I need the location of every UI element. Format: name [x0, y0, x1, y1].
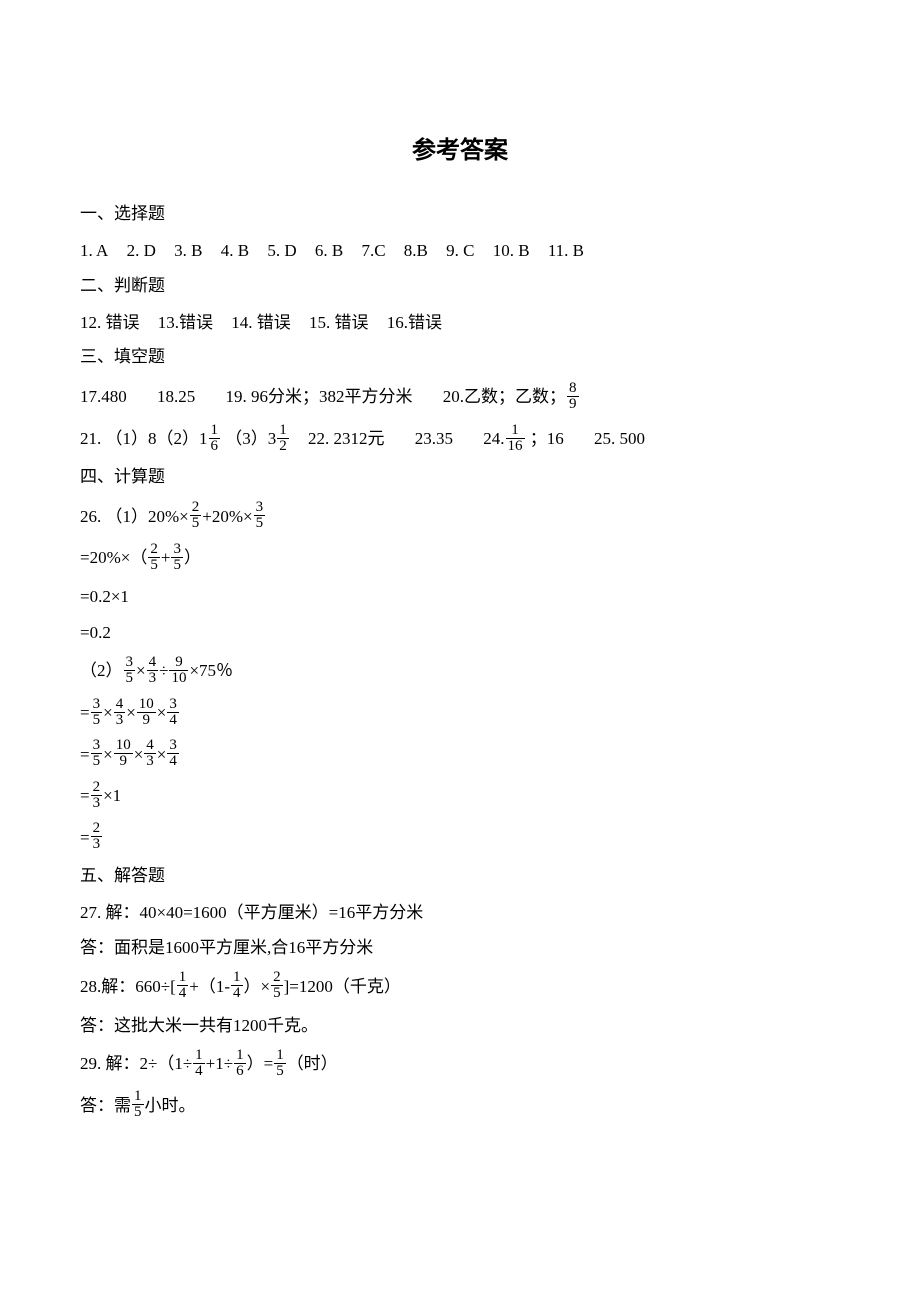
fraction: 15 — [274, 1048, 286, 1079]
fraction: 23 — [91, 780, 103, 811]
calc-26-2-e: =23 — [80, 817, 840, 859]
ans-7: 7.C — [361, 241, 385, 260]
ans-21a: 21. （1）8（2）1 — [80, 429, 208, 448]
fraction: 43 — [144, 738, 156, 769]
solve-28-b: 答：这批大米一共有1200千克。 — [80, 1008, 840, 1044]
section-fill: 三、填空题 — [80, 340, 840, 374]
fraction: 109 — [114, 738, 133, 769]
ans-24a: 24. — [483, 429, 504, 448]
fraction: 34 — [167, 738, 179, 769]
ans-25: 25. 500 — [594, 429, 645, 448]
ans-11: 11. B — [548, 241, 584, 260]
calc-26-1-c: =0.2×1 — [80, 579, 840, 615]
ans-6: 6. B — [315, 241, 343, 260]
ans-12: 12. 错误 — [80, 313, 140, 332]
calc-26-2-b: =35×43×109×34 — [80, 692, 840, 734]
fraction: 34 — [167, 697, 179, 728]
section-calc: 四、计算题 — [80, 460, 840, 494]
fraction: 35 — [91, 738, 103, 769]
fraction: 25 — [190, 500, 202, 531]
choice-answers: 1. A 2. D 3. B 4. B 5. D 6. B 7.C 8.B 9.… — [80, 233, 840, 269]
solve-28-a: 28.解：660÷[14+（1-14）×25]=1200（千克） — [80, 966, 840, 1008]
ans-14: 14. 错误 — [231, 313, 291, 332]
calc-26-1-a: 26. （1）20%×25+20%×35 — [80, 496, 840, 538]
fraction: 14 — [231, 970, 243, 1001]
fraction: 14 — [177, 970, 189, 1001]
solve-29-b: 答：需15小时。 — [80, 1085, 840, 1127]
solve-27-a: 27. 解：40×40=1600（平方厘米）=16平方分米 — [80, 895, 840, 931]
section-judge: 二、判断题 — [80, 269, 840, 303]
fill-line-1: 17.480 18.25 19. 96分米；382平方分米 20.乙数；乙数；8… — [80, 376, 840, 418]
fraction: 25 — [148, 542, 160, 573]
ans-20: 20.乙数；乙数； — [443, 387, 566, 406]
fraction: 16 — [234, 1048, 246, 1079]
calc-26-1-d: =0.2 — [80, 615, 840, 651]
ans-17: 17.480 — [80, 387, 127, 406]
calc-26-2-a: （2）35×43÷910×75％ — [80, 650, 840, 692]
ans-4: 4. B — [221, 241, 249, 260]
fraction: 35 — [91, 697, 103, 728]
ans-1: 1. A — [80, 241, 108, 260]
ans-10: 10. B — [493, 241, 530, 260]
ans-9: 9. C — [446, 241, 474, 260]
ans-13: 13.错误 — [158, 313, 213, 332]
fraction: 14 — [193, 1048, 205, 1079]
ans-21b: （3）3 — [225, 429, 276, 448]
calc-26-2-d: =23×1 — [80, 775, 840, 817]
solve-27-b: 答：面积是1600平方厘米,合16平方分米 — [80, 930, 840, 966]
ans-15: 15. 错误 — [309, 313, 369, 332]
calc-26-1-b: =20%×（25+35） — [80, 537, 840, 579]
ans-24b: ；16 — [530, 429, 564, 448]
judge-answers: 12. 错误 13.错误 14. 错误 15. 错误 16.错误 — [80, 305, 840, 341]
fraction: 35 — [171, 542, 183, 573]
ans-5: 5. D — [267, 241, 296, 260]
section-choice: 一、选择题 — [80, 197, 840, 231]
fraction: 25 — [271, 970, 283, 1001]
ans-2: 2. D — [127, 241, 156, 260]
fraction: 35 — [124, 655, 136, 686]
ans-8: 8.B — [404, 241, 428, 260]
page-title: 参考答案 — [80, 130, 840, 165]
fraction: 116 — [506, 423, 525, 454]
ans-16: 16.错误 — [387, 313, 442, 332]
fraction: 35 — [254, 500, 266, 531]
fraction: 43 — [114, 697, 126, 728]
fraction: 910 — [169, 655, 188, 686]
solve-29-a: 29. 解：2÷（1÷14+1÷16）=15（时） — [80, 1043, 840, 1085]
calc-26-2-c: =35×109×43×34 — [80, 734, 840, 776]
fraction: 89 — [567, 381, 579, 412]
ans-23: 23.35 — [415, 429, 453, 448]
ans-18: 18.25 — [157, 387, 195, 406]
fraction: 12 — [277, 423, 289, 454]
ans-3: 3. B — [174, 241, 202, 260]
ans-22: 22. 2312元 — [308, 429, 385, 448]
fraction: 23 — [91, 821, 103, 852]
fraction: 109 — [137, 697, 156, 728]
fraction: 16 — [209, 423, 221, 454]
section-solve: 五、解答题 — [80, 859, 840, 893]
fill-line-2: 21. （1）8（2）116 （3）312 22. 2312元 23.35 24… — [80, 418, 840, 460]
fraction: 15 — [132, 1089, 144, 1120]
fraction: 43 — [147, 655, 159, 686]
ans-19: 19. 96分米；382平方分米 — [226, 387, 413, 406]
